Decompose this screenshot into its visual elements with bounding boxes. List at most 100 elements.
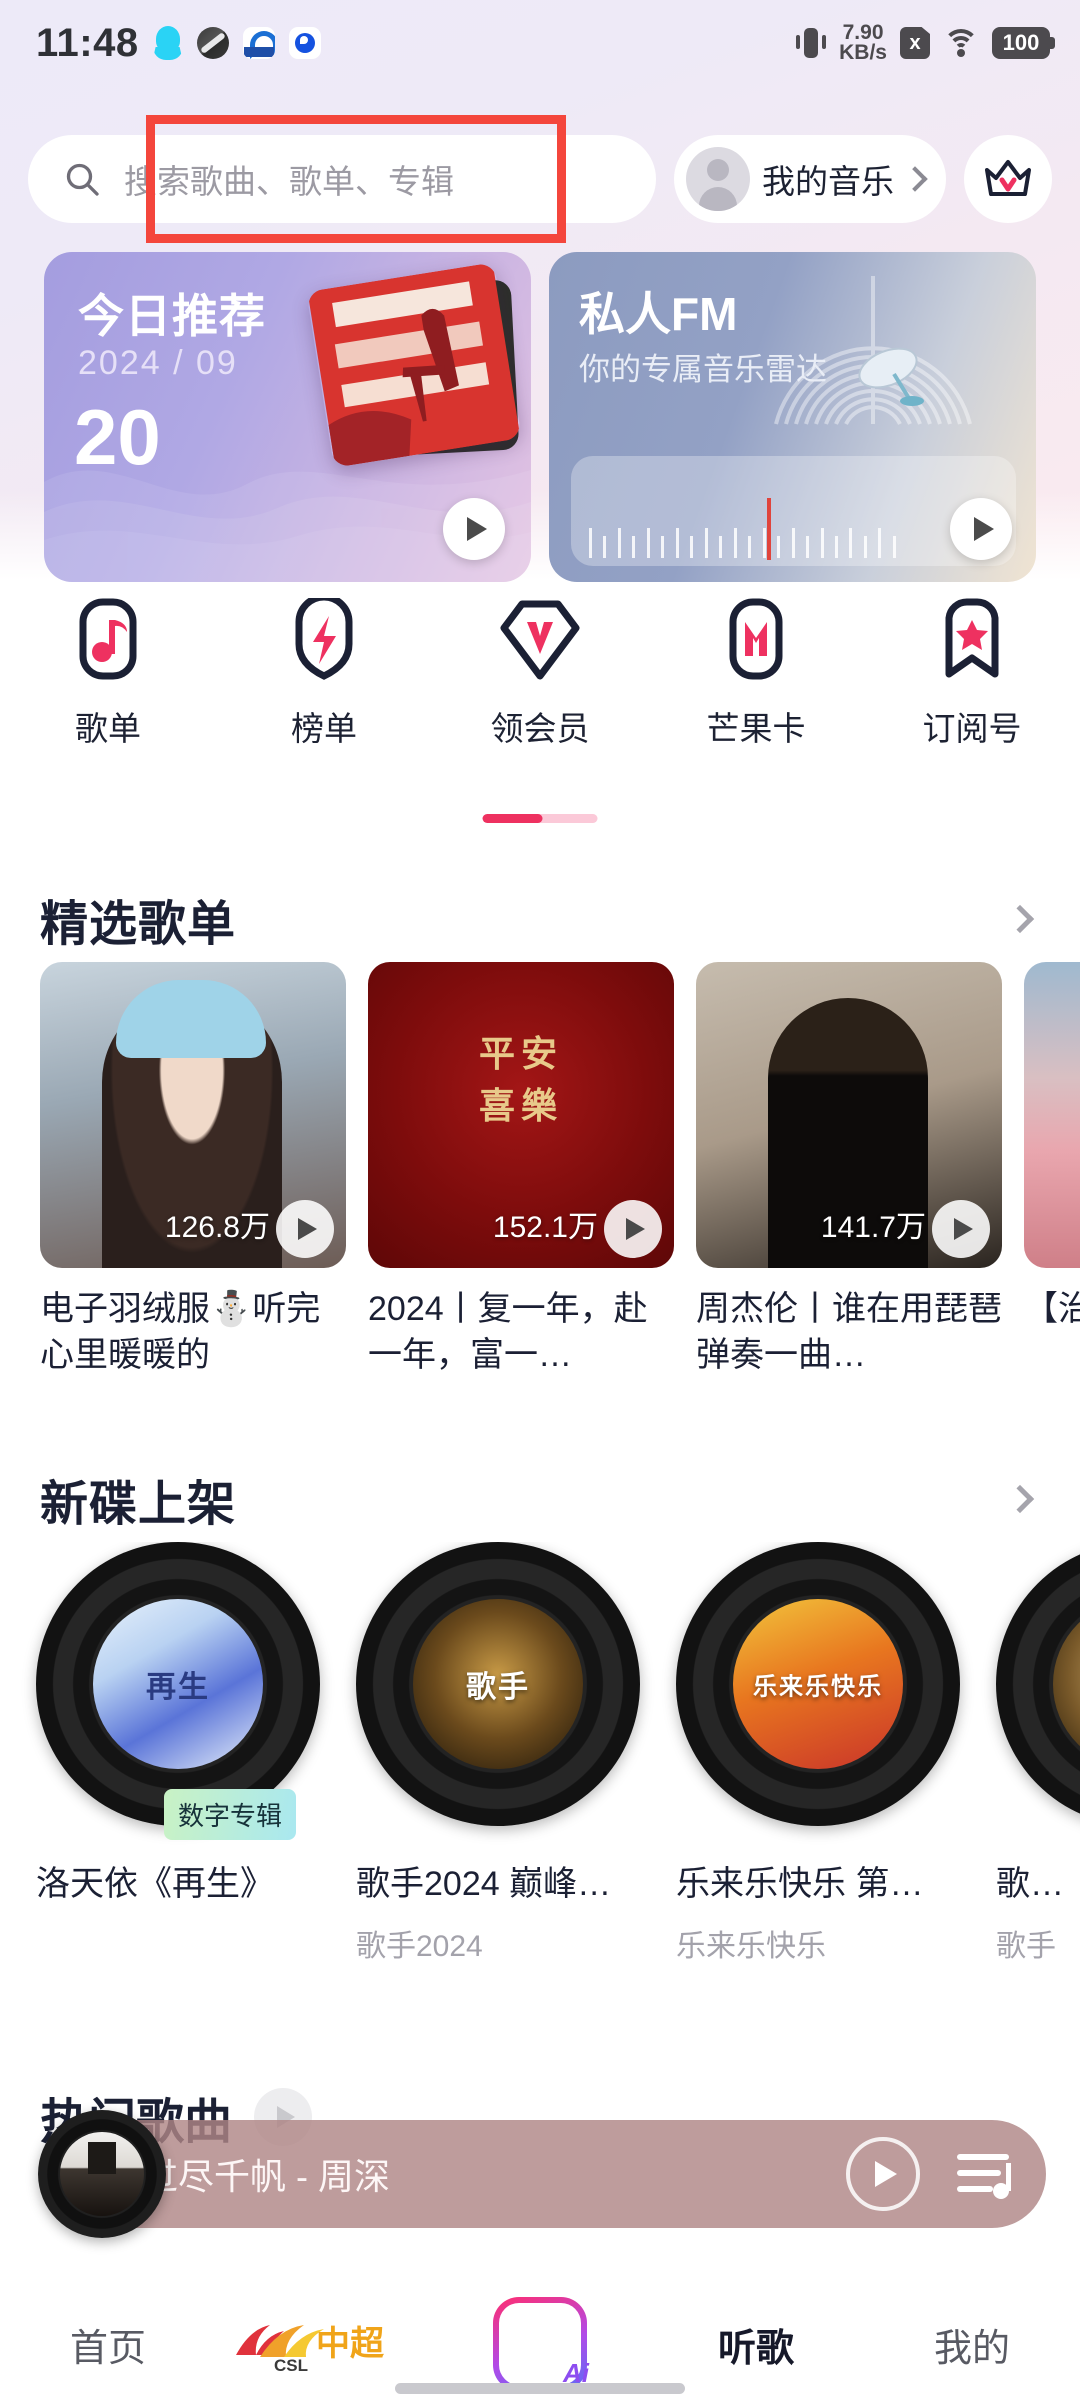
- playlist-title: 周杰伦丨谁在用琵琶弹奏一曲…: [696, 1290, 1002, 1374]
- album-title: 歌手2024 巅峰…: [356, 1865, 612, 1903]
- playlist-card[interactable]: 141.7万 周杰伦丨谁在用琵琶弹奏一曲…: [696, 962, 1002, 1382]
- network-speed-unit: KB/s: [839, 41, 887, 64]
- vinyl-disc: [996, 1542, 1080, 1826]
- album-subtitle: 乐来乐快乐: [676, 1930, 826, 1963]
- search-placeholder: 搜索歌曲、歌单、专辑: [124, 163, 454, 200]
- playlist-title: 【治的…: [1024, 1290, 1080, 1328]
- playlist-cover: [1024, 962, 1080, 1268]
- status-time: 11:48: [36, 20, 139, 65]
- blue-app-icon: [242, 27, 275, 59]
- quick-nav-item-playlist[interactable]: 歌单: [0, 598, 216, 798]
- blue-circle-app-icon: [288, 27, 321, 59]
- play-icon[interactable]: [276, 1200, 334, 1258]
- banner-carousel: 今日推荐 2024 / 09 20 私人FM 你的专属音乐雷达: [0, 252, 1080, 582]
- chevron-right-icon[interactable]: [1005, 904, 1035, 934]
- bottom-nav-label: 听歌: [717, 2327, 794, 2370]
- oval-app-icon: [196, 27, 229, 59]
- section-title: 新碟上架: [40, 1478, 237, 1531]
- album-cover-text: 歌手: [466, 1671, 530, 1704]
- playlist-cover: 126.8万: [40, 962, 346, 1268]
- status-bar-left: 11:48: [36, 21, 321, 66]
- avatar-icon: [686, 147, 750, 211]
- mango-card-icon: [729, 598, 783, 680]
- bottom-nav-item-mine[interactable]: 我的: [864, 2317, 1080, 2372]
- ai-add-icon: Ai: [493, 2297, 589, 2391]
- bottom-nav-item-ai-create[interactable]: Ai: [432, 2297, 648, 2391]
- album-row[interactable]: 再生 数字专辑 洛天依《再生》 歌手 歌手2024 巅峰… 歌手2024 乐来乐…: [0, 1542, 1080, 2002]
- radio-dial[interactable]: [571, 456, 1016, 566]
- svg-text:中超: 中超: [316, 2325, 385, 2363]
- page-indicator[interactable]: [482, 814, 598, 823]
- quick-nav-item-mango[interactable]: 芒果卡: [648, 598, 864, 798]
- album-card[interactable]: 乐来乐快乐 乐来乐快乐 第… 乐来乐快乐: [676, 1542, 960, 2002]
- album-badge: 数字专辑: [164, 1789, 297, 1840]
- playlist-icon[interactable]: [954, 2145, 1016, 2203]
- status-bar: 11:48 7.90 KB/s x 100: [0, 0, 1080, 86]
- album-cover-text: 乐来乐快乐: [753, 1673, 883, 1701]
- svg-text:CSL: CSL: [274, 2356, 308, 2375]
- quick-nav-item-subscribe[interactable]: 订阅号: [864, 598, 1080, 798]
- play-icon[interactable]: [932, 1200, 990, 1258]
- play-icon[interactable]: [604, 1200, 662, 1258]
- quick-nav-item-chart[interactable]: 榜单: [216, 598, 432, 798]
- concert-photo: [307, 262, 521, 468]
- home-indicator: [395, 2383, 685, 2394]
- play-icon[interactable]: [443, 498, 505, 560]
- search-input[interactable]: 搜索歌曲、歌单、专辑: [28, 135, 656, 223]
- banner-private-fm[interactable]: 私人FM 你的专属音乐雷达: [549, 252, 1036, 582]
- mini-player[interactable]: 过尽千帆 - 周深: [38, 2110, 1046, 2238]
- vip-crown-button[interactable]: [964, 135, 1052, 223]
- vinyl-cover-icon[interactable]: [38, 2110, 166, 2238]
- bottom-nav-label: 首页: [69, 2327, 146, 2370]
- playlist-play-count: 152.1万: [492, 1211, 598, 1244]
- crown-icon: [985, 160, 1031, 196]
- album-card[interactable]: 歌… 歌手: [996, 1542, 1080, 2002]
- vibrate-icon: [796, 26, 827, 60]
- quick-nav: 歌单 榜单 领会员 芒果卡 订阅号: [0, 598, 1080, 798]
- search-icon: [66, 163, 99, 196]
- playlist-row[interactable]: 126.8万 电子羽绒服⛄听完心里暖暖的 平安 喜樂 152.1万 2024丨复一…: [0, 962, 1080, 1382]
- banner-day: 20: [74, 393, 161, 481]
- album-title: 歌…: [996, 1865, 1064, 1903]
- satellite-dish-icon: [858, 347, 924, 406]
- dial-ticks: [589, 512, 896, 558]
- playlist-card[interactable]: 【治的…: [1024, 962, 1080, 1382]
- album-cover: 歌手: [413, 1599, 583, 1769]
- play-icon[interactable]: [950, 498, 1012, 560]
- album-card[interactable]: 歌手 歌手2024 巅峰… 歌手2024: [356, 1542, 640, 2002]
- playlist-card[interactable]: 126.8万 电子羽绒服⛄听完心里暖暖的: [40, 962, 346, 1382]
- quick-nav-label: 领会员: [490, 710, 590, 747]
- my-music-label: 我的音乐: [762, 163, 894, 200]
- banner-today-recommend[interactable]: 今日推荐 2024 / 09 20: [44, 252, 531, 582]
- network-speed: 7.90 KB/s: [839, 22, 887, 64]
- play-icon[interactable]: [846, 2137, 920, 2211]
- section-header-playlists[interactable]: 精选歌单: [0, 876, 1080, 962]
- section-header-albums[interactable]: 新碟上架: [0, 1456, 1080, 1542]
- vinyl-disc: 乐来乐快乐: [676, 1542, 960, 1826]
- battery-icon: 100: [992, 27, 1055, 59]
- album-cover: 乐来乐快乐: [733, 1599, 903, 1769]
- playlist-card[interactable]: 平安 喜樂 152.1万 2024丨复一年，赴一年，富一…: [368, 962, 674, 1382]
- playlist-cover: 141.7万: [696, 962, 1002, 1268]
- status-bar-right: 7.90 KB/s x 100: [796, 22, 1055, 64]
- search-row: 搜索歌曲、歌单、专辑 我的音乐: [0, 125, 1080, 233]
- wifi-icon: [943, 29, 979, 57]
- quick-nav-label: 芒果卡: [706, 710, 806, 747]
- bottom-nav-item-csl[interactable]: CSL 中超: [216, 2311, 432, 2377]
- vinyl-disc: 再生 数字专辑: [36, 1542, 320, 1840]
- quick-nav-item-vip[interactable]: 领会员: [432, 598, 648, 798]
- quick-nav-label: 歌单: [75, 710, 141, 747]
- album-card[interactable]: 再生 数字专辑 洛天依《再生》: [36, 1542, 320, 2002]
- banner-title: 私人FM: [579, 288, 738, 340]
- my-music-button[interactable]: 我的音乐: [674, 135, 946, 223]
- playlist-play-count: 126.8万: [164, 1211, 270, 1244]
- chevron-right-icon[interactable]: [1005, 1484, 1035, 1514]
- bottom-nav-item-home[interactable]: 首页: [0, 2317, 216, 2372]
- album-art-front: [306, 262, 522, 468]
- album-cover: 再生: [93, 1599, 263, 1769]
- qq-icon: [153, 26, 183, 60]
- cover-art-text: 平安 喜樂: [478, 1033, 563, 1126]
- playlist-title: 电子羽绒服⛄听完心里暖暖的: [40, 1290, 321, 1374]
- bottom-nav-item-listen[interactable]: 听歌: [648, 2317, 864, 2372]
- csl-logo-icon: CSL 中超: [230, 2311, 418, 2377]
